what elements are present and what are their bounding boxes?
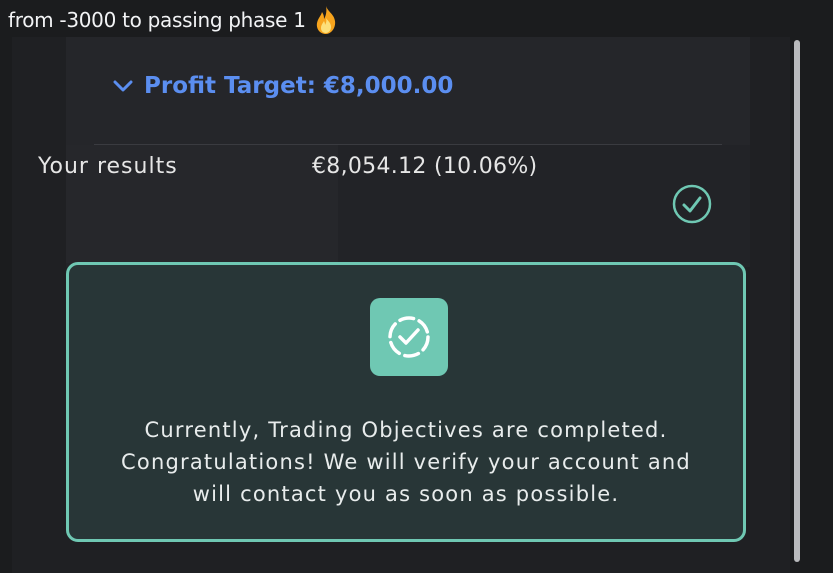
fire-icon xyxy=(310,4,342,36)
check-circle-icon xyxy=(672,184,712,224)
chat-message-text: from -3000 to passing phase 1 xyxy=(8,8,306,32)
notice-line-3: will contact you as soon as possible. xyxy=(192,482,620,506)
profit-target-title: Profit Target: €8,000.00 xyxy=(144,73,454,99)
results-label: Your results xyxy=(38,154,178,179)
results-value: €8,054.12 (10.06%) xyxy=(312,154,538,179)
dashed-check-circle-icon xyxy=(370,298,448,376)
chevron-down-icon xyxy=(112,73,134,99)
notice-message: Currently, Trading Objectives are comple… xyxy=(69,414,743,510)
objective-panel: Profit Target: €8,000.00 xyxy=(66,37,750,267)
scrollbar[interactable] xyxy=(794,40,800,562)
completion-notice: Currently, Trading Objectives are comple… xyxy=(66,262,746,542)
profit-target-toggle[interactable]: Profit Target: €8,000.00 xyxy=(112,73,453,99)
notice-line-2: Congratulations! We will verify your acc… xyxy=(121,450,691,474)
notice-line-1: Currently, Trading Objectives are comple… xyxy=(144,418,668,442)
chat-message: from -3000 to passing phase 1 xyxy=(8,4,342,36)
